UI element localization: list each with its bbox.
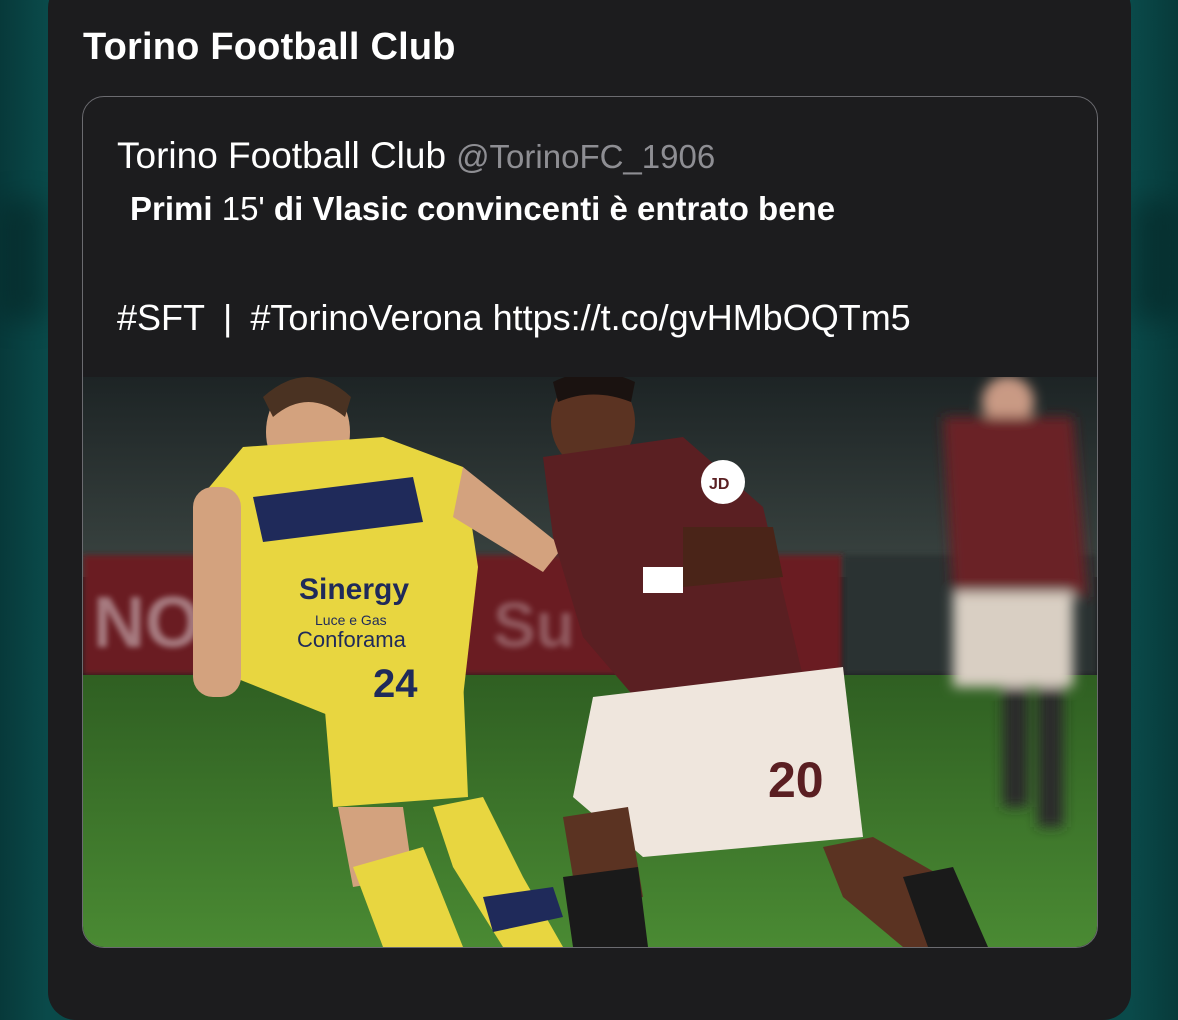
svg-text:NO: NO [93, 583, 201, 663]
hashtag-sft[interactable]: #SFT [117, 297, 205, 338]
tweet-card[interactable]: Torino Football Club @TorinoFC_1906 Primi… [82, 96, 1098, 948]
tweet-text-number: 15' [221, 190, 265, 227]
sheet-title: Torino Football Club [83, 26, 456, 68]
tweet-text-part2: di Vlasic convincenti è entrato bene [273, 190, 836, 227]
sponsor-text-3: Conforama [297, 627, 407, 652]
maroon-player-number: 20 [768, 752, 824, 808]
sponsor-text-2: Luce e Gas [315, 612, 387, 628]
svg-text:Su: Su [493, 589, 575, 661]
tweet-link[interactable]: https://t.co/gvHMbOQTm5 [493, 297, 911, 338]
sponsor-text-1: Sinergy [299, 573, 409, 606]
tweet-photo[interactable]: NO Su Sinergy Luce e Gas Conforama 24 JD… [83, 377, 1097, 947]
tweet-author-name: Torino Football Club [117, 135, 447, 176]
background-blur-right [1128, 200, 1178, 320]
svg-text:JD: JD [709, 476, 729, 493]
tweet-author-row: Torino Football Club @TorinoFC_1906 [117, 135, 715, 177]
hashtag-separator: | [223, 297, 233, 338]
yellow-player-number: 24 [373, 662, 418, 706]
tweet-hashtags-line: #SFT | #TorinoVerona https://t.co/gvHMbO… [117, 297, 911, 339]
tweet-author-handle: @TorinoFC_1906 [456, 138, 716, 175]
tweet-text: Primi 15' di Vlasic convincenti è entrat… [130, 190, 835, 228]
hashtag-torinoverona[interactable]: #TorinoVerona [250, 297, 482, 338]
background-blur-left [0, 200, 50, 320]
tweet-text-part1: Primi [130, 190, 213, 227]
